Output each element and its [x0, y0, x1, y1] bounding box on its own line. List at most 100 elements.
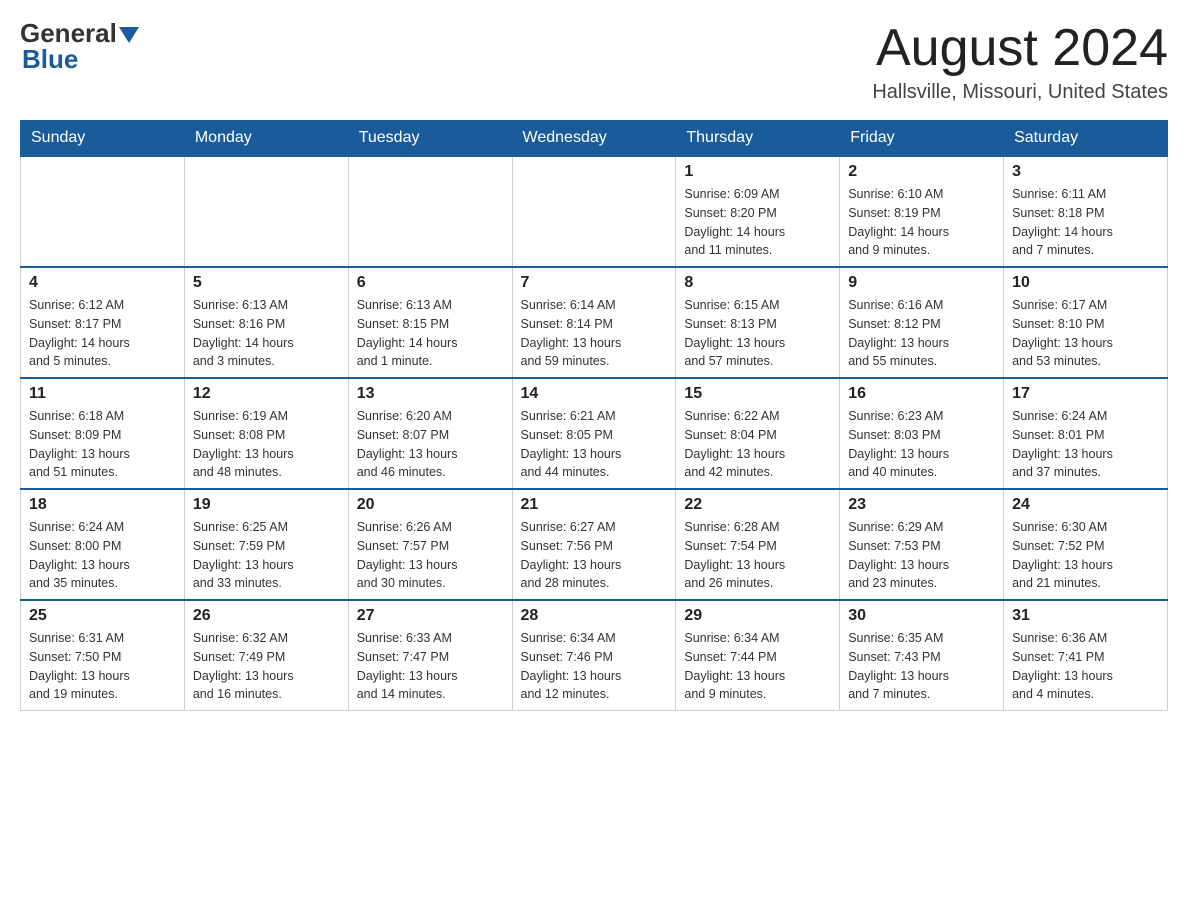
calendar-cell: 30 Sunrise: 6:35 AM Sunset: 7:43 PM Dayli…: [840, 600, 1004, 711]
logo-general-text: General: [20, 20, 117, 46]
calendar-header-monday: Monday: [184, 121, 348, 157]
day-number: 13: [357, 385, 504, 403]
day-number: 28: [521, 607, 668, 625]
calendar-header-thursday: Thursday: [676, 121, 840, 157]
calendar-cell: 5 Sunrise: 6:13 AM Sunset: 8:16 PM Daylig…: [184, 267, 348, 378]
day-info: Sunrise: 6:17 AM Sunset: 8:10 PM Dayligh…: [1012, 296, 1159, 371]
calendar-cell: 6Sunrise: 6:13 AM Sunset: 8:15 PM Daylig…: [348, 267, 512, 378]
day-info: Sunrise: 6:28 AM Sunset: 7:54 PM Dayligh…: [684, 518, 831, 593]
calendar-week-1: 1 Sunrise: 6:09 AM Sunset: 8:20 PM Daylig…: [21, 156, 1168, 267]
day-info: Sunrise: 6:30 AM Sunset: 7:52 PM Dayligh…: [1012, 518, 1159, 593]
logo: General Blue: [20, 20, 139, 75]
day-number: 15: [684, 385, 831, 403]
day-number: 20: [357, 496, 504, 514]
calendar-cell: 4 Sunrise: 6:12 AM Sunset: 8:17 PM Daylig…: [21, 267, 185, 378]
day-number: 10: [1012, 274, 1159, 292]
main-title: August 2024: [872, 20, 1168, 77]
day-info: Sunrise: 6:35 AM Sunset: 7:43 PM Dayligh…: [848, 629, 995, 704]
calendar-cell: 23Sunrise: 6:29 AM Sunset: 7:53 PM Dayli…: [840, 489, 1004, 600]
day-info: Sunrise: 6:24 AM Sunset: 8:00 PM Dayligh…: [29, 518, 176, 593]
calendar-cell: 9 Sunrise: 6:16 AM Sunset: 8:12 PM Daylig…: [840, 267, 1004, 378]
day-number: 31: [1012, 607, 1159, 625]
day-number: 11: [29, 385, 176, 403]
calendar-cell: [21, 156, 185, 267]
day-info: Sunrise: 6:09 AM Sunset: 8:20 PM Dayligh…: [684, 185, 831, 260]
calendar-cell: [512, 156, 676, 267]
calendar-week-2: 4 Sunrise: 6:12 AM Sunset: 8:17 PM Daylig…: [21, 267, 1168, 378]
day-info: Sunrise: 6:15 AM Sunset: 8:13 PM Dayligh…: [684, 296, 831, 371]
page-header: General Blue August 2024 Hallsville, Mis…: [20, 20, 1168, 104]
day-info: Sunrise: 6:18 AM Sunset: 8:09 PM Dayligh…: [29, 407, 176, 482]
day-info: Sunrise: 6:27 AM Sunset: 7:56 PM Dayligh…: [521, 518, 668, 593]
calendar-cell: 12Sunrise: 6:19 AM Sunset: 8:08 PM Dayli…: [184, 378, 348, 489]
calendar-cell: 15 Sunrise: 6:22 AM Sunset: 8:04 PM Dayli…: [676, 378, 840, 489]
day-info: Sunrise: 6:25 AM Sunset: 7:59 PM Dayligh…: [193, 518, 340, 593]
calendar-cell: 7 Sunrise: 6:14 AM Sunset: 8:14 PM Daylig…: [512, 267, 676, 378]
subtitle: Hallsville, Missouri, United States: [872, 81, 1168, 104]
calendar-week-4: 18 Sunrise: 6:24 AM Sunset: 8:00 PM Dayli…: [21, 489, 1168, 600]
day-info: Sunrise: 6:13 AM Sunset: 8:16 PM Dayligh…: [193, 296, 340, 371]
calendar-cell: 21 Sunrise: 6:27 AM Sunset: 7:56 PM Dayli…: [512, 489, 676, 600]
day-info: Sunrise: 6:24 AM Sunset: 8:01 PM Dayligh…: [1012, 407, 1159, 482]
day-number: 16: [848, 385, 995, 403]
day-number: 22: [684, 496, 831, 514]
day-info: Sunrise: 6:14 AM Sunset: 8:14 PM Dayligh…: [521, 296, 668, 371]
day-info: Sunrise: 6:11 AM Sunset: 8:18 PM Dayligh…: [1012, 185, 1159, 260]
calendar-cell: 29 Sunrise: 6:34 AM Sunset: 7:44 PM Dayli…: [676, 600, 840, 711]
day-info: Sunrise: 6:22 AM Sunset: 8:04 PM Dayligh…: [684, 407, 831, 482]
day-number: 27: [357, 607, 504, 625]
calendar-cell: 28 Sunrise: 6:34 AM Sunset: 7:46 PM Dayli…: [512, 600, 676, 711]
calendar-cell: 31 Sunrise: 6:36 AM Sunset: 7:41 PM Dayli…: [1004, 600, 1168, 711]
calendar-cell: [184, 156, 348, 267]
calendar-cell: 18 Sunrise: 6:24 AM Sunset: 8:00 PM Dayli…: [21, 489, 185, 600]
calendar-cell: 17Sunrise: 6:24 AM Sunset: 8:01 PM Dayli…: [1004, 378, 1168, 489]
day-info: Sunrise: 6:13 AM Sunset: 8:15 PM Dayligh…: [357, 296, 504, 371]
day-number: 26: [193, 607, 340, 625]
calendar-header-friday: Friday: [840, 121, 1004, 157]
day-number: 3: [1012, 163, 1159, 181]
day-number: 1: [684, 163, 831, 181]
day-info: Sunrise: 6:23 AM Sunset: 8:03 PM Dayligh…: [848, 407, 995, 482]
day-number: 19: [193, 496, 340, 514]
day-number: 18: [29, 496, 176, 514]
day-info: Sunrise: 6:32 AM Sunset: 7:49 PM Dayligh…: [193, 629, 340, 704]
calendar-week-5: 25Sunrise: 6:31 AM Sunset: 7:50 PM Dayli…: [21, 600, 1168, 711]
logo-blue-text: Blue: [20, 44, 78, 75]
calendar-header-sunday: Sunday: [21, 121, 185, 157]
calendar-cell: 25Sunrise: 6:31 AM Sunset: 7:50 PM Dayli…: [21, 600, 185, 711]
day-info: Sunrise: 6:21 AM Sunset: 8:05 PM Dayligh…: [521, 407, 668, 482]
calendar-cell: 16 Sunrise: 6:23 AM Sunset: 8:03 PM Dayli…: [840, 378, 1004, 489]
day-number: 9: [848, 274, 995, 292]
day-number: 12: [193, 385, 340, 403]
day-info: Sunrise: 6:33 AM Sunset: 7:47 PM Dayligh…: [357, 629, 504, 704]
calendar-header-tuesday: Tuesday: [348, 121, 512, 157]
day-info: Sunrise: 6:34 AM Sunset: 7:46 PM Dayligh…: [521, 629, 668, 704]
day-number: 5: [193, 274, 340, 292]
day-info: Sunrise: 6:31 AM Sunset: 7:50 PM Dayligh…: [29, 629, 176, 704]
day-number: 21: [521, 496, 668, 514]
logo-arrow-icon: [119, 27, 139, 43]
day-number: 14: [521, 385, 668, 403]
calendar-cell: [348, 156, 512, 267]
calendar-cell: 27 Sunrise: 6:33 AM Sunset: 7:47 PM Dayli…: [348, 600, 512, 711]
day-number: 29: [684, 607, 831, 625]
title-block: August 2024 Hallsville, Missouri, United…: [872, 20, 1168, 104]
calendar-cell: 20 Sunrise: 6:26 AM Sunset: 7:57 PM Dayli…: [348, 489, 512, 600]
calendar-cell: 10 Sunrise: 6:17 AM Sunset: 8:10 PM Dayli…: [1004, 267, 1168, 378]
day-number: 4: [29, 274, 176, 292]
day-info: Sunrise: 6:26 AM Sunset: 7:57 PM Dayligh…: [357, 518, 504, 593]
calendar-cell: 8Sunrise: 6:15 AM Sunset: 8:13 PM Daylig…: [676, 267, 840, 378]
day-number: 2: [848, 163, 995, 181]
calendar-cell: 24Sunrise: 6:30 AM Sunset: 7:52 PM Dayli…: [1004, 489, 1168, 600]
calendar-cell: 19 Sunrise: 6:25 AM Sunset: 7:59 PM Dayli…: [184, 489, 348, 600]
calendar-week-3: 11 Sunrise: 6:18 AM Sunset: 8:09 PM Dayli…: [21, 378, 1168, 489]
day-info: Sunrise: 6:29 AM Sunset: 7:53 PM Dayligh…: [848, 518, 995, 593]
day-number: 30: [848, 607, 995, 625]
calendar-cell: 13Sunrise: 6:20 AM Sunset: 8:07 PM Dayli…: [348, 378, 512, 489]
day-info: Sunrise: 6:34 AM Sunset: 7:44 PM Dayligh…: [684, 629, 831, 704]
day-info: Sunrise: 6:12 AM Sunset: 8:17 PM Dayligh…: [29, 296, 176, 371]
calendar-header-wednesday: Wednesday: [512, 121, 676, 157]
day-number: 7: [521, 274, 668, 292]
day-info: Sunrise: 6:16 AM Sunset: 8:12 PM Dayligh…: [848, 296, 995, 371]
day-info: Sunrise: 6:36 AM Sunset: 7:41 PM Dayligh…: [1012, 629, 1159, 704]
